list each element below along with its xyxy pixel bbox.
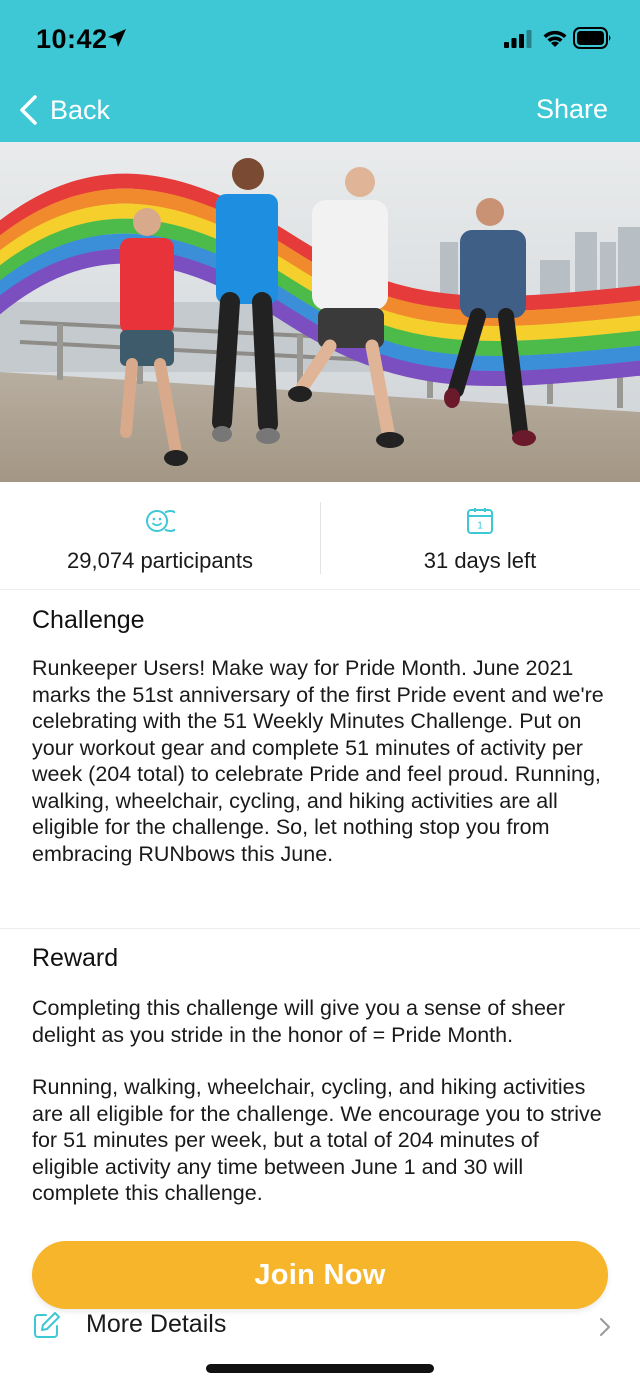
calendar-icon: 1 (467, 508, 493, 534)
challenge-body: Runkeeper Users! Make way for Pride Mont… (32, 656, 604, 866)
join-now-label: Join Now (254, 1258, 386, 1291)
battery-icon (573, 27, 611, 49)
chevron-right-icon (600, 1318, 610, 1336)
reward-section: Reward Completing this challenge will gi… (0, 944, 640, 1207)
back-label: Back (50, 94, 111, 125)
days-left-count: 31 days left (423, 548, 537, 573)
app-header: 10:42 Back Share (0, 0, 640, 142)
chevron-left-icon (20, 95, 37, 125)
reward-paragraph-2: Running, walking, wheelchair, cycling, a… (32, 1075, 602, 1205)
challenge-section: Challenge Runkeeper Users! Make way for … (0, 606, 640, 867)
days-left-stat: 1 31 days left (320, 482, 640, 590)
back-button[interactable]: Back (18, 90, 110, 130)
reward-paragraph-1: Completing this challenge will give you … (32, 996, 566, 1047)
calendar-day: 1 (477, 521, 483, 532)
more-details-label: More Details (86, 1310, 227, 1338)
share-button[interactable]: Share (536, 94, 608, 125)
challenge-title: Challenge (32, 606, 145, 634)
hero-illustration (0, 142, 640, 482)
participants-count: 29,074 participants (67, 548, 253, 573)
location-arrow-icon (108, 29, 126, 47)
challenge-stats: 29,074 participants 1 31 days left (0, 482, 640, 590)
cellular-signal-icon (504, 30, 532, 48)
section-divider (0, 928, 640, 929)
participants-stat: 29,074 participants (0, 482, 320, 590)
reward-title: Reward (32, 944, 119, 972)
home-indicator[interactable] (206, 1364, 434, 1373)
participants-icon (146, 510, 175, 532)
nav-bar: Back Share (0, 80, 640, 142)
wifi-icon (543, 30, 567, 47)
edit-icon (34, 1312, 60, 1338)
status-time: 10:42 (36, 24, 108, 54)
join-now-button[interactable]: Join Now (32, 1241, 608, 1309)
status-bar: 10:42 (0, 0, 640, 80)
hero-image (0, 142, 640, 482)
